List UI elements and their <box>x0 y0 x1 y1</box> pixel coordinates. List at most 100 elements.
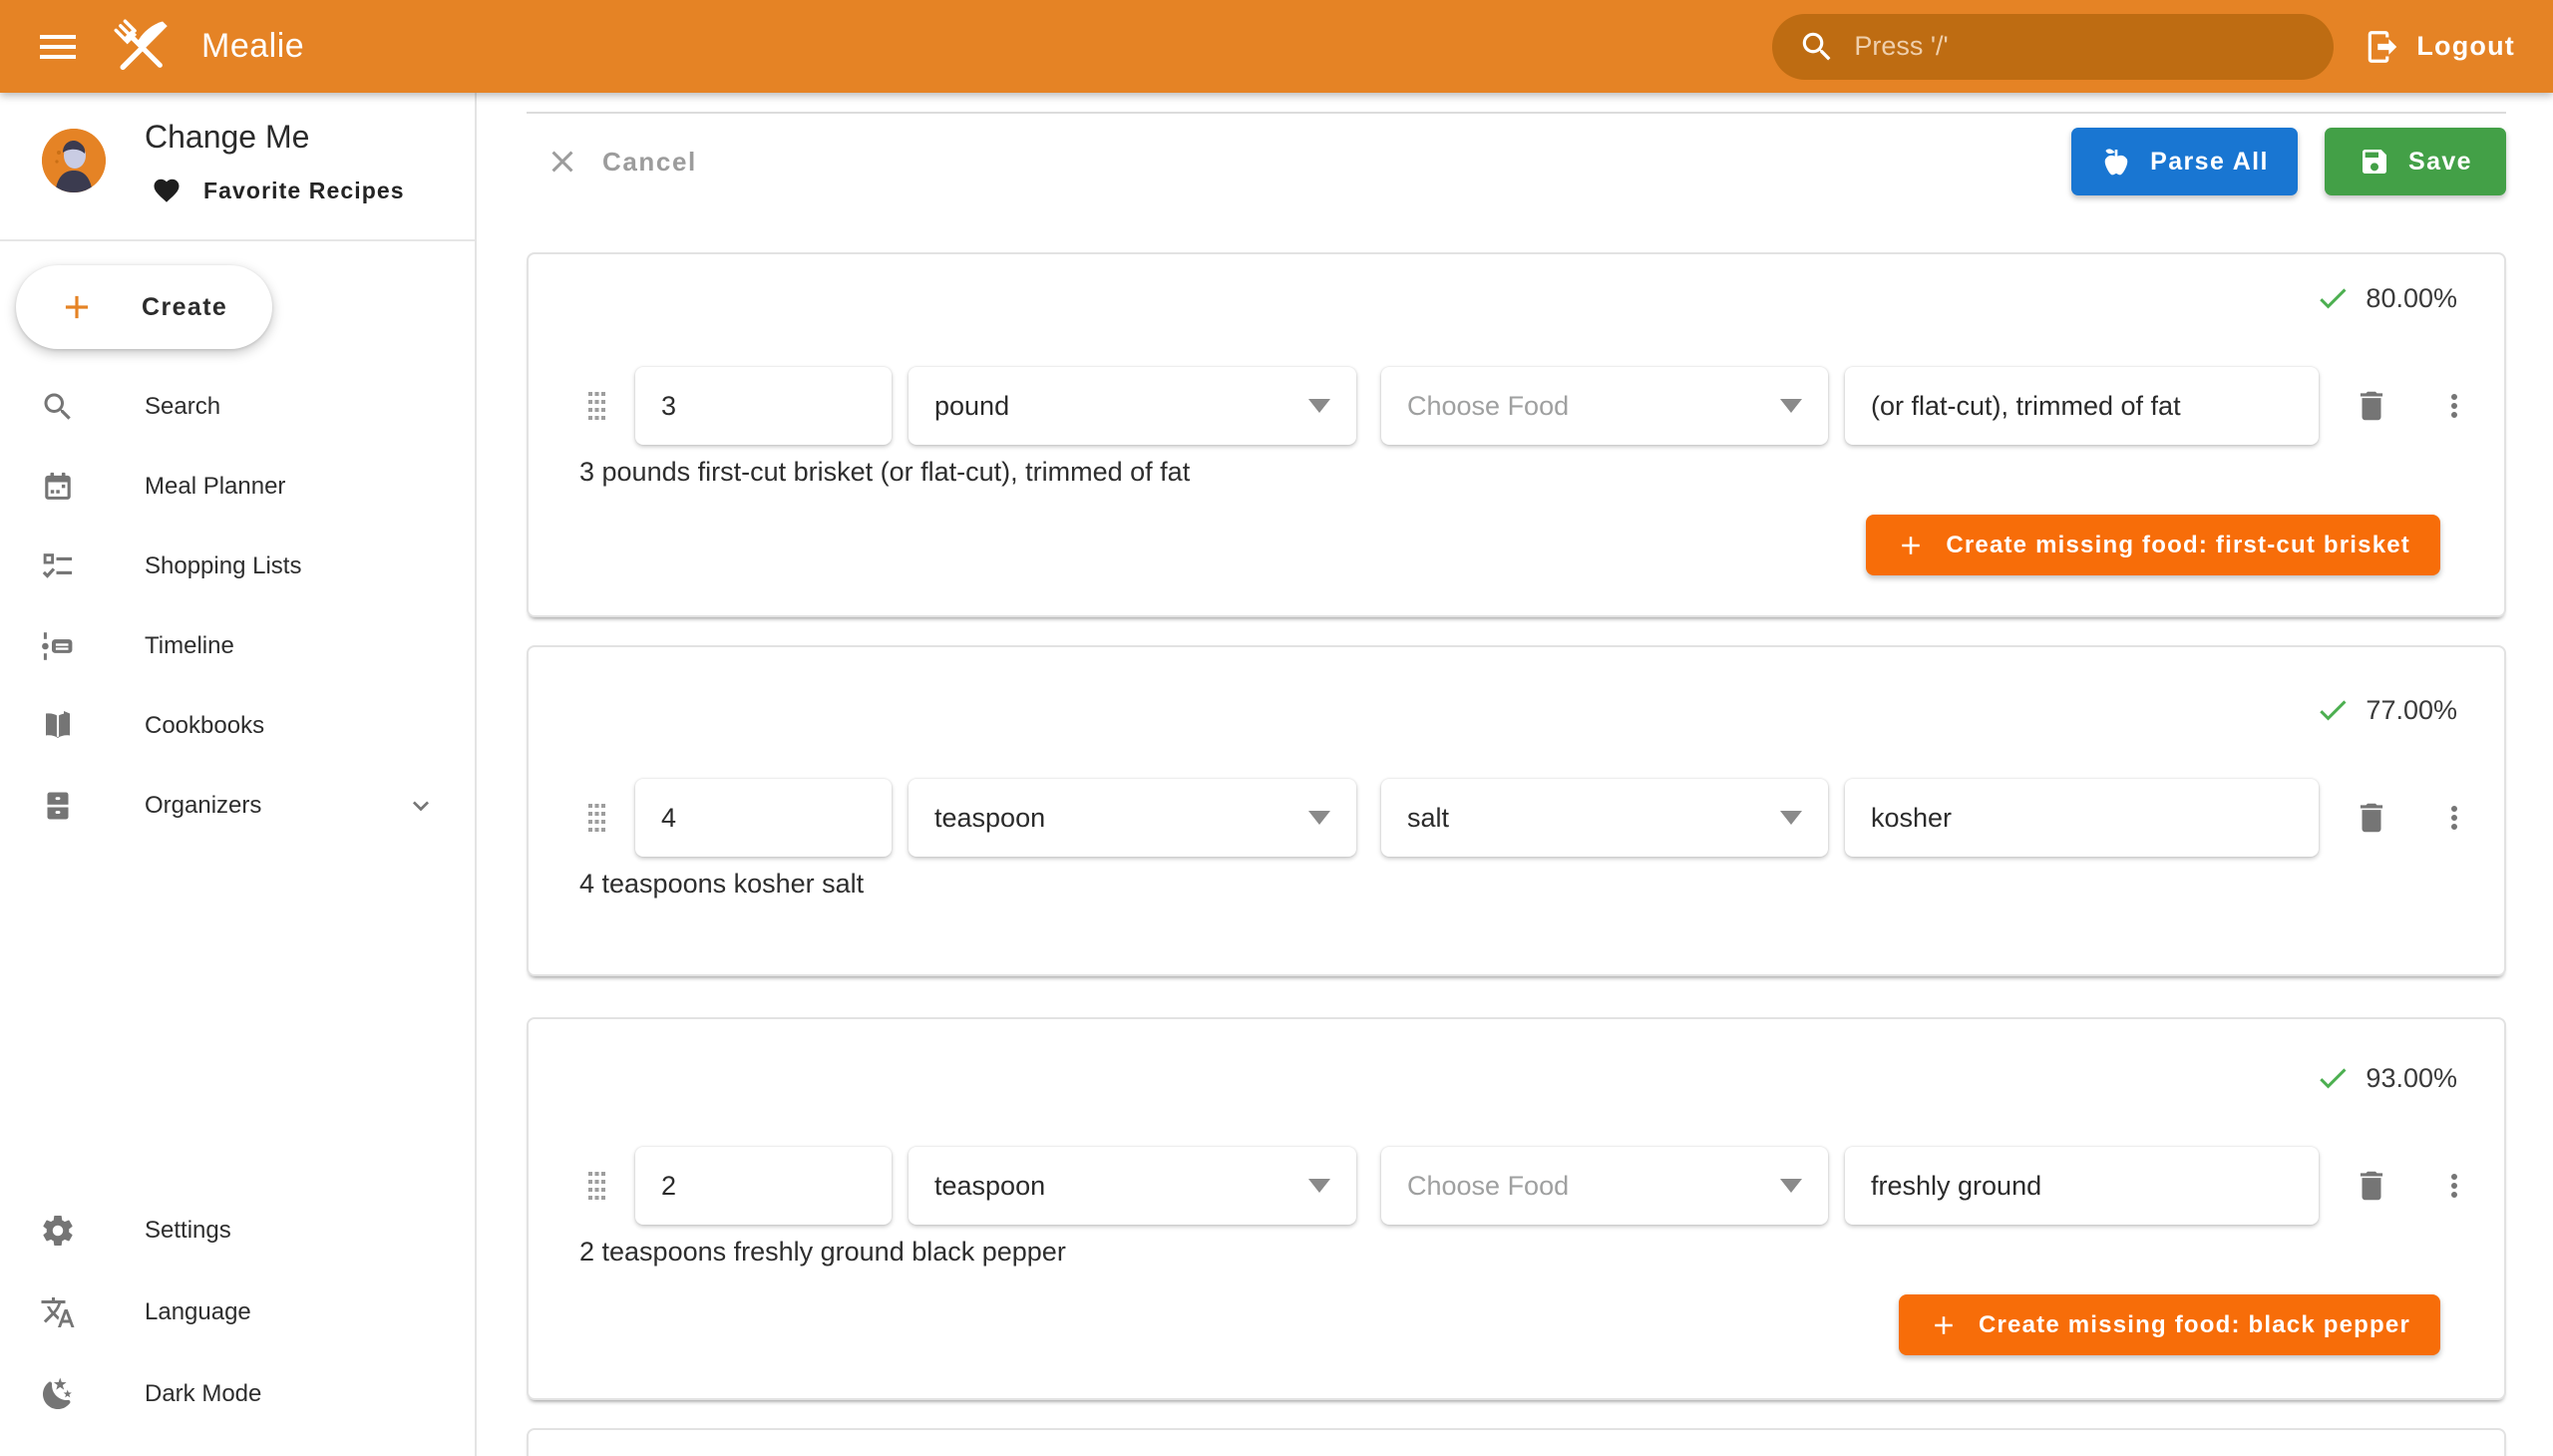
sidebar-item-timeline[interactable]: Timeline <box>0 606 475 686</box>
unit-select[interactable]: pound <box>909 367 1356 445</box>
original-ingredient-text: 4 teaspoons kosher salt <box>579 869 864 900</box>
cancel-label: Cancel <box>602 147 697 178</box>
timeline-icon <box>40 628 76 664</box>
note-input[interactable] <box>1845 1147 2319 1225</box>
create-missing-food-button[interactable]: Create missing food: first-cut brisket <box>1866 515 2440 575</box>
sidebar-item-search[interactable]: Search <box>0 367 475 447</box>
original-ingredient-text: 2 teaspoons freshly ground black pepper <box>579 1237 1066 1268</box>
sidebar-item-label: Dark Mode <box>145 1380 261 1408</box>
trash-icon[interactable] <box>2353 1167 2390 1205</box>
translate-icon <box>40 1294 76 1330</box>
cancel-button[interactable]: Cancel <box>545 133 697 190</box>
quantity-input[interactable] <box>635 1147 892 1225</box>
confidence-indicator: 93.00% <box>2315 1060 2457 1096</box>
logout-label: Logout <box>2416 31 2515 62</box>
check-icon <box>2315 280 2351 316</box>
sidebar-item-dark-mode[interactable]: Dark Mode <box>0 1353 475 1435</box>
food-select-value: salt <box>1407 803 1449 834</box>
sidebar-divider <box>0 239 475 241</box>
kebab-menu-icon[interactable] <box>2436 388 2472 424</box>
user-section[interactable]: Change Me Favorite Recipes <box>0 93 475 239</box>
dropdown-caret-icon <box>1780 811 1802 825</box>
drag-handle-icon[interactable] <box>586 804 607 832</box>
unit-select[interactable]: teaspoon <box>909 1147 1356 1225</box>
confidence-indicator: 80.00% <box>2315 280 2457 316</box>
create-label: Create <box>142 293 227 322</box>
sidebar-item-label: Shopping Lists <box>145 552 301 580</box>
gear-icon <box>40 1213 76 1249</box>
close-icon <box>545 144 580 180</box>
quantity-input[interactable] <box>635 367 892 445</box>
sidebar-item-organizers[interactable]: Organizers <box>0 766 475 846</box>
check-icon <box>2315 1060 2351 1096</box>
drag-handle-icon[interactable] <box>586 392 607 420</box>
sidebar-item-label: Timeline <box>145 632 234 660</box>
save-button[interactable]: Save <box>2325 128 2506 195</box>
app-title: Mealie <box>201 27 304 66</box>
plus-icon <box>58 288 96 326</box>
sidebar-item-shopping-lists[interactable]: Shopping Lists <box>0 527 475 606</box>
sidebar-item-language[interactable]: Language <box>0 1272 475 1353</box>
check-icon <box>2315 692 2351 728</box>
search-input[interactable]: Press '/' <box>1772 14 2334 80</box>
parser-toolbar: Cancel Parse All Save <box>479 93 2553 232</box>
confidence-value: 80.00% <box>2366 283 2457 314</box>
ingredient-card: 80.00% pound Choose Food <box>527 252 2506 617</box>
confidence-value: 93.00% <box>2366 1063 2457 1094</box>
confidence-indicator: 77.00% <box>2315 692 2457 728</box>
create-button[interactable]: Create <box>16 265 272 349</box>
save-label: Save <box>2408 148 2472 177</box>
ingredient-fields-row: teaspoon salt <box>529 779 2504 857</box>
plus-icon <box>1896 531 1926 560</box>
sidebar: Change Me Favorite Recipes Create Search <box>0 93 477 1456</box>
parse-all-label: Parse All <box>2150 148 2269 177</box>
sidebar-item-label: Settings <box>145 1217 231 1245</box>
food-select[interactable]: Choose Food <box>1381 1147 1828 1225</box>
sidebar-item-cookbooks[interactable]: Cookbooks <box>0 686 475 766</box>
checklist-icon <box>40 548 76 584</box>
trash-icon[interactable] <box>2353 799 2390 837</box>
ingredient-fields-row: teaspoon Choose Food <box>529 1147 2504 1225</box>
dropdown-caret-icon <box>1308 811 1330 825</box>
dropdown-caret-icon <box>1780 1179 1802 1193</box>
calendar-icon <box>40 469 76 505</box>
sidebar-item-label: Language <box>145 1298 251 1326</box>
sidebar-item-settings[interactable]: Settings <box>0 1190 475 1272</box>
food-select[interactable]: salt <box>1381 779 1828 857</box>
food-select[interactable]: Choose Food <box>1381 367 1828 445</box>
heart-icon <box>152 176 182 205</box>
cabinet-icon <box>40 788 76 824</box>
magnify-icon <box>40 389 76 425</box>
sidebar-item-label: Search <box>145 393 220 421</box>
unit-select[interactable]: teaspoon <box>909 779 1356 857</box>
note-input[interactable] <box>1845 367 2319 445</box>
sidebar-item-label: Organizers <box>145 792 261 820</box>
create-missing-food-button[interactable]: Create missing food: black pepper <box>1899 1294 2440 1355</box>
food-select-value: Choose Food <box>1407 1171 1569 1202</box>
quantity-input[interactable] <box>635 779 892 857</box>
sidebar-item-label: Cookbooks <box>145 712 264 740</box>
kebab-menu-icon[interactable] <box>2436 1168 2472 1204</box>
apple-icon <box>2100 146 2132 178</box>
ingredient-fields-row: pound Choose Food <box>529 367 2504 445</box>
unit-select-value: teaspoon <box>934 1171 1045 1202</box>
mealie-logo-icon <box>104 9 180 85</box>
sidebar-menu: Search Meal Planner Shopping Lists <box>0 367 475 846</box>
sidebar-item-meal-planner[interactable]: Meal Planner <box>0 447 475 527</box>
note-input[interactable] <box>1845 779 2319 857</box>
ingredient-card-partial <box>527 1428 2506 1456</box>
kebab-menu-icon[interactable] <box>2436 800 2472 836</box>
menu-icon[interactable] <box>26 15 90 79</box>
favorite-recipes-link[interactable]: Favorite Recipes <box>152 169 405 212</box>
logout-button[interactable]: Logout <box>2364 28 2515 66</box>
drag-handle-icon[interactable] <box>586 1172 607 1200</box>
trash-icon[interactable] <box>2353 387 2390 425</box>
parse-all-button[interactable]: Parse All <box>2071 128 2298 195</box>
favorite-recipes-label: Favorite Recipes <box>203 178 405 204</box>
search-placeholder: Press '/' <box>1854 31 1948 62</box>
sidebar-footer: Settings Language Dark Mode <box>0 1190 475 1435</box>
dropdown-caret-icon <box>1308 399 1330 413</box>
chevron-down-icon <box>405 790 437 822</box>
save-icon <box>2359 146 2390 178</box>
ingredient-card: 93.00% teaspoon Choose Food <box>527 1017 2506 1400</box>
